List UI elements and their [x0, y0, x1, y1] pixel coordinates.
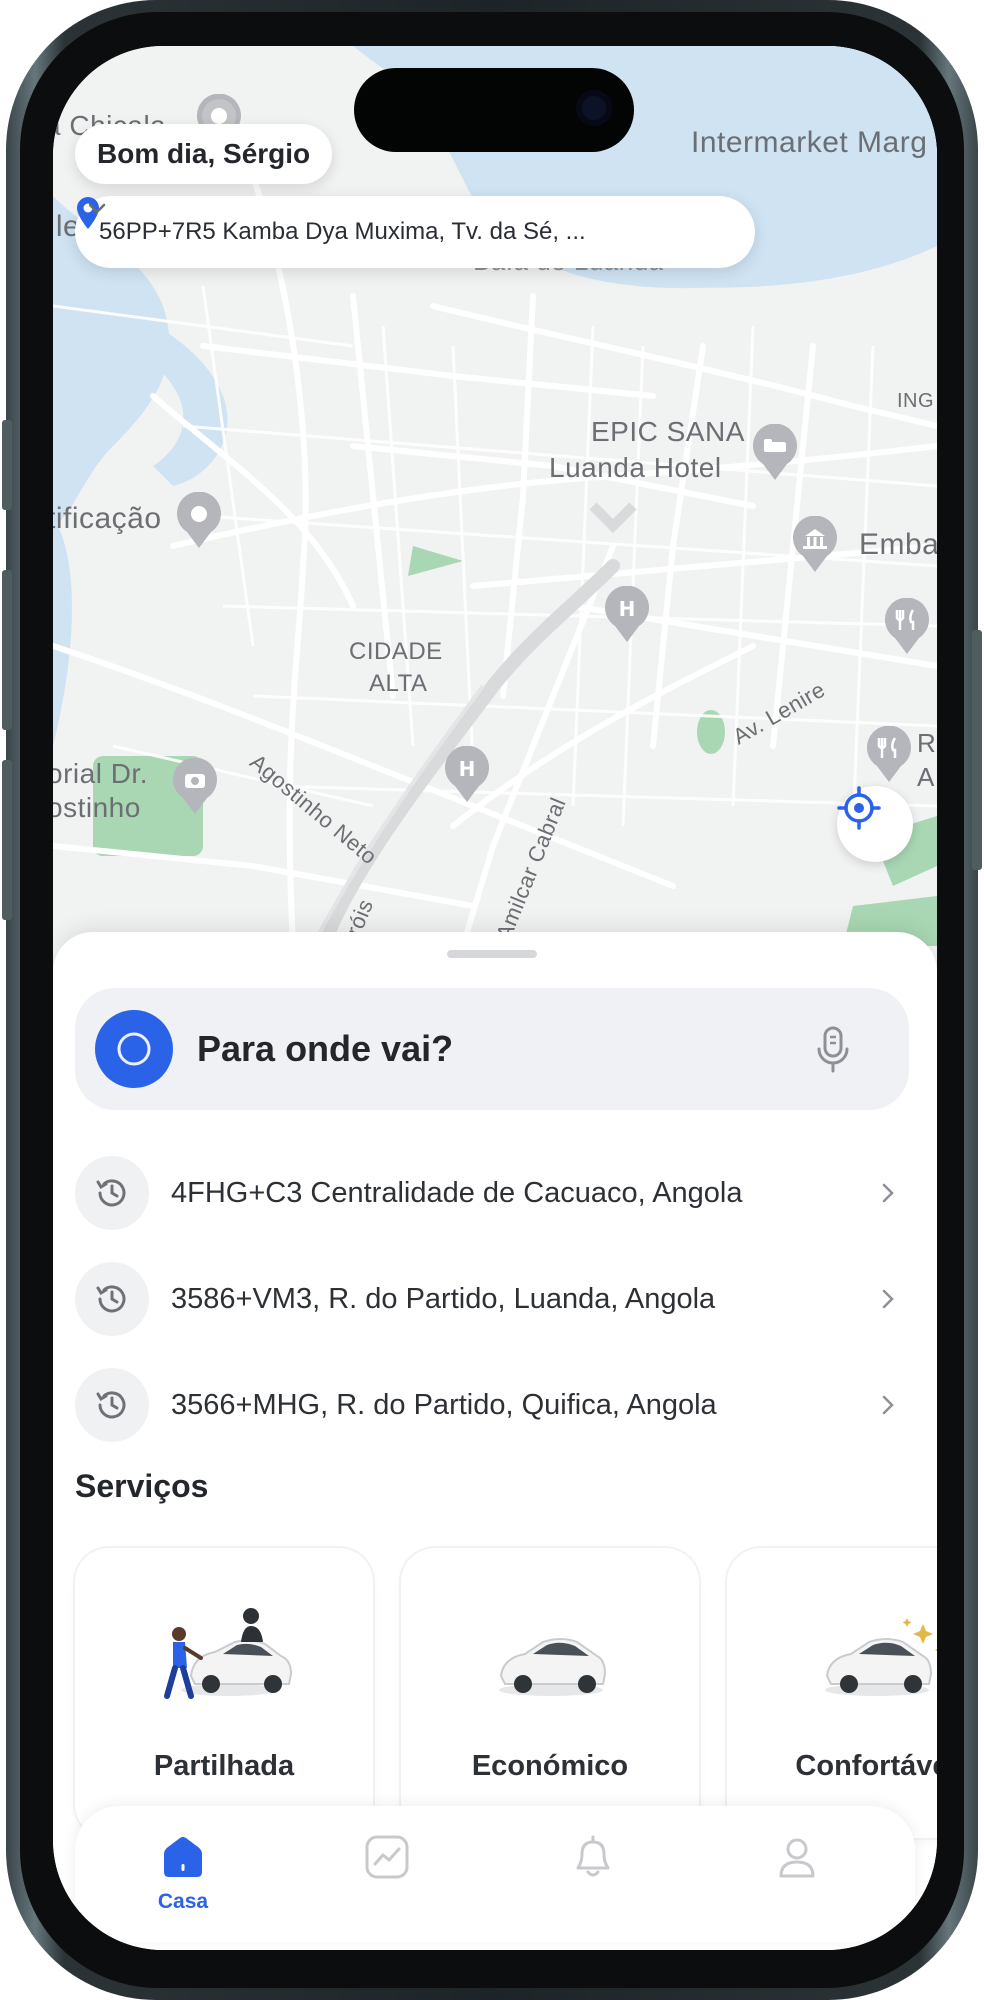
shared-ride-car-icon [164, 1608, 293, 1699]
destination-search-bar[interactable]: Para onde vai? [75, 988, 909, 1110]
home-icon [164, 1837, 202, 1877]
destination-placeholder: Para onde vai? [197, 1028, 454, 1069]
recent-destination-label: 3566+MHG, R. do Partido, Quifica, Angola [171, 1388, 717, 1421]
recenter-location-button[interactable] [837, 786, 913, 862]
recent-destinations-list: 4FHG+C3 Centralidade de Cacuaco, Angola … [75, 1140, 909, 1458]
history-icon [75, 1368, 149, 1442]
map-label-embassy: Emba [859, 528, 937, 561]
hospital-marker-icon[interactable]: H [443, 746, 491, 804]
greeting-label: Bom dia, Sérgio [75, 124, 333, 184]
economy-car-icon [499, 1638, 607, 1696]
recent-destination-label: 4FHG+C3 Centralidade de Cacuaco, Angola [171, 1176, 743, 1209]
hotel-marker-icon[interactable] [751, 424, 799, 482]
map-label-memorial-1: orial Dr. [53, 758, 148, 789]
tab-profile[interactable] [747, 1832, 847, 1922]
map-label-r: R [917, 728, 937, 758]
map-label-cidade-1: CIDADE [349, 638, 443, 665]
museum-marker-icon[interactable] [171, 758, 219, 816]
services-heading: Serviços [75, 1468, 209, 1504]
service-name: Partilhada [153, 1750, 295, 1782]
service-card-shared[interactable]: Partilhada [75, 1548, 373, 1838]
place-marker-icon[interactable] [175, 492, 223, 550]
map-label-edificacao: tificação [53, 502, 162, 535]
map-label-a: A [917, 762, 935, 792]
services-carousel[interactable]: Partilhada Económico Confortáv [75, 1548, 937, 1838]
service-card-comfort[interactable]: Confortável [727, 1548, 937, 1838]
history-icon [75, 1262, 149, 1336]
tab-home[interactable]: Casa [133, 1832, 233, 1922]
service-name: Económico [471, 1750, 629, 1782]
chevron-down-icon [88, 203, 106, 214]
bottom-sheet: Para onde vai? 4FHG+C3 Centralidade de C… [53, 932, 937, 1950]
bottom-tab-bar: Casa [75, 1806, 915, 1942]
hospital-marker-icon[interactable]: H [603, 586, 651, 644]
dynamic-island [354, 68, 634, 152]
action-button [2, 420, 12, 510]
map-label-memorial-2: ostinho [53, 792, 141, 823]
volume-up-button [2, 570, 12, 730]
history-icon [75, 1156, 149, 1230]
microphone-icon[interactable] [813, 1025, 853, 1073]
service-card-economic[interactable]: Económico [401, 1548, 699, 1838]
crosshair-icon [837, 786, 881, 830]
chevron-right-icon [882, 1289, 894, 1309]
map-label-intermarket: Intermarket Marg [691, 126, 928, 159]
current-address-text: 56PP+7R5 Kamba Dya Muxima, Tv. da Sé, ..… [99, 218, 586, 245]
svg-text:H: H [619, 597, 636, 621]
tab-notifications[interactable] [543, 1832, 643, 1922]
chevron-right-icon [882, 1395, 894, 1415]
camera-icon [576, 90, 612, 126]
recent-destination-item[interactable]: 3586+VM3, R. do Partido, Luanda, Angola [75, 1246, 909, 1352]
bell-icon [576, 1835, 610, 1877]
recent-destination-item[interactable]: 3566+MHG, R. do Partido, Quifica, Angola [75, 1352, 909, 1458]
search-icon [95, 1010, 173, 1088]
sheet-drag-handle[interactable] [447, 950, 537, 958]
profile-icon [779, 1838, 815, 1878]
screen: a Chicala Intermarket Marg Ile Baía de L… [53, 46, 937, 1950]
tab-label: Casa [157, 1890, 209, 1913]
power-button [972, 630, 982, 870]
service-name: Confortável [795, 1750, 937, 1782]
restaurant-marker-icon[interactable] [865, 726, 913, 784]
map-label-epic-sana-2: Luanda Hotel [549, 452, 722, 483]
phone-frame: a Chicala Intermarket Marg Ile Baía de L… [2, 0, 982, 2000]
current-address-selector[interactable]: 56PP+7R5 Kamba Dya Muxima, Tv. da Sé, ..… [75, 196, 755, 268]
map-view[interactable]: a Chicala Intermarket Marg Ile Baía de L… [53, 46, 937, 946]
embassy-marker-icon[interactable] [791, 516, 839, 574]
map-label-epic-sana-1: EPIC SANA [591, 416, 745, 447]
restaurant-marker-icon[interactable] [883, 598, 931, 656]
chevron-right-icon [882, 1183, 894, 1203]
recent-destination-item[interactable]: 4FHG+C3 Centralidade de Cacuaco, Angola [75, 1140, 909, 1246]
volume-down-button [2, 760, 12, 920]
map-label-ing: ING [897, 390, 935, 412]
svg-text:H: H [459, 757, 476, 781]
tab-activity[interactable] [337, 1832, 437, 1922]
map-label-cidade-2: ALTA [369, 670, 428, 697]
activity-icon [365, 1835, 409, 1879]
recent-destination-label: 3586+VM3, R. do Partido, Luanda, Angola [171, 1282, 716, 1315]
comfort-car-icon [825, 1618, 937, 1696]
